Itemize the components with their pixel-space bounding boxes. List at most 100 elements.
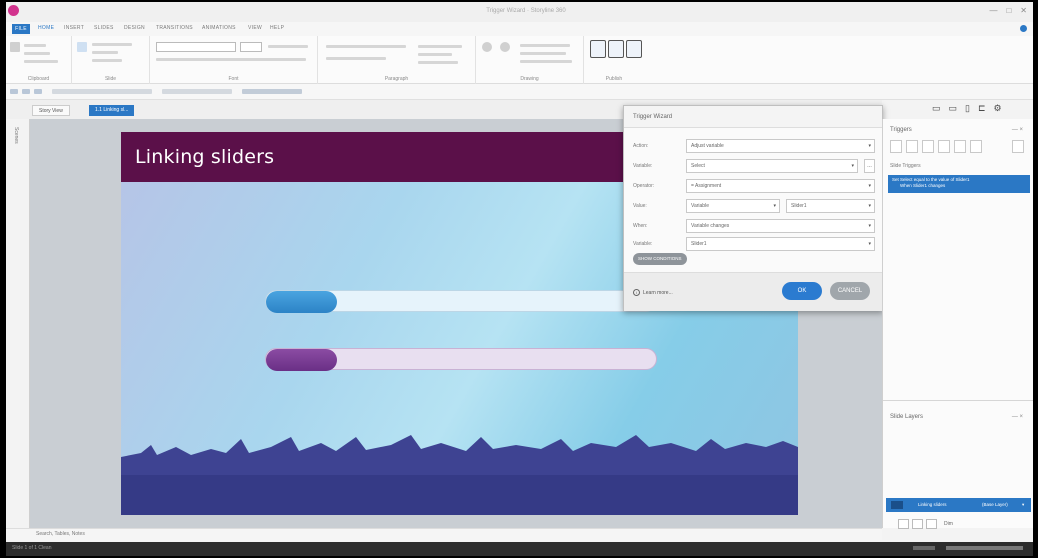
scenes-rail: Scenes (6, 119, 30, 528)
preview-icon[interactable] (608, 40, 624, 58)
new-layer-icon[interactable] (898, 519, 909, 529)
shape-icon[interactable] (482, 42, 492, 52)
operator-value: = Assignment (691, 183, 722, 189)
slider-1-thumb[interactable] (266, 291, 337, 313)
ribbon-group-label: Clipboard (27, 76, 50, 82)
ribbon-group-label: Drawing (520, 76, 539, 82)
settings-icon[interactable]: ⚙ (994, 103, 1002, 114)
right-panel: Triggers — × Slide Triggers Set Select e… (882, 119, 1033, 529)
tab-animations[interactable]: ANIMATIONS (202, 25, 236, 31)
slide-title[interactable]: Linking sliders (135, 146, 274, 168)
app-logo-icon (8, 5, 19, 16)
operator-row: Operator: = Assignment ▾ (633, 179, 875, 193)
app-window: Trigger Wizard · Storyline 360 — □ ✕ FIL… (6, 2, 1033, 556)
ribbon-group-drawing: Drawing (476, 36, 584, 84)
slider-1[interactable] (265, 290, 657, 313)
chevron-down-icon: ▾ (868, 241, 871, 247)
ribbon-group-paragraph: Paragraph (318, 36, 476, 84)
learn-more-link[interactable]: i Learn more... (633, 289, 673, 296)
layout-icon[interactable]: ▯ (965, 103, 970, 114)
trigger-variable-label: Variable: (633, 241, 653, 247)
delete-trigger-icon[interactable] (1012, 140, 1024, 153)
value-type: Variable (691, 203, 709, 209)
tab-slide-editor[interactable]: 1.1 Linking sl... (89, 105, 135, 116)
ribbon-group-label: Publish (605, 76, 623, 82)
zoom-slider[interactable] (913, 546, 1023, 550)
publish-icon[interactable] (626, 40, 642, 58)
slider-2[interactable] (265, 348, 657, 371)
trigger-variable-select[interactable]: Slider1 ▾ (686, 237, 875, 251)
paste-icon[interactable] (10, 42, 20, 52)
pin-icon[interactable]: — × (1012, 127, 1023, 133)
close-icon[interactable]: ✕ (1020, 6, 1027, 15)
tab-home[interactable]: HOME (38, 25, 54, 31)
undo-icon[interactable] (22, 89, 30, 94)
notes-bar: Search, Tables, Notes (6, 528, 882, 540)
font-size-select[interactable] (240, 42, 262, 52)
layers-toolbar: Dim (898, 519, 953, 529)
variable-row: Variable: Select ▾ … (633, 159, 875, 173)
manage-variables-button[interactable]: … (864, 159, 875, 173)
value-type-select[interactable]: Variable ▾ (686, 199, 780, 213)
tab-insert[interactable]: INSERT (64, 25, 84, 31)
new-slide-icon[interactable] (77, 42, 87, 52)
window-controls: — □ ✕ (989, 6, 1027, 15)
trigger-item[interactable]: Set Select equal to the value of Slider1… (888, 175, 1030, 193)
format-toolbar (52, 89, 152, 94)
tab-help[interactable]: HELP (270, 25, 284, 31)
cancel-button[interactable]: CANCEL (830, 282, 870, 300)
save-icon[interactable] (10, 89, 18, 94)
redo-icon[interactable] (34, 89, 42, 94)
ok-button[interactable]: OK (782, 282, 822, 300)
minimize-icon[interactable]: — (989, 6, 997, 15)
new-trigger-icon[interactable] (890, 140, 902, 153)
maximize-icon[interactable]: □ (1006, 6, 1011, 15)
duplicate-layer-icon[interactable] (912, 519, 923, 529)
tab-transitions[interactable]: TRANSITIONS (156, 25, 193, 31)
edit-trigger-icon[interactable] (906, 140, 918, 153)
ribbon-group-label: Paragraph (384, 76, 409, 82)
window-title: Trigger Wizard · Storyline 360 (486, 8, 566, 14)
base-layer-name: Linking sliders (918, 502, 947, 507)
quick-access-toolbar (6, 84, 1033, 100)
action-select[interactable]: Adjust variable ▾ (686, 139, 875, 153)
action-row: Action: Adjust variable ▾ (633, 139, 875, 153)
chevron-down-icon: ▾ (868, 203, 871, 209)
when-select[interactable]: Variable changes ▾ (686, 219, 875, 233)
pin-icon[interactable]: — × (1012, 414, 1023, 420)
operator-select[interactable]: = Assignment ▾ (686, 179, 875, 193)
move-down-icon[interactable] (970, 140, 982, 153)
chevron-down-icon: ▾ (868, 183, 871, 189)
layout-icon[interactable]: ▭ (949, 103, 958, 114)
tab-story-view[interactable]: Story View (32, 105, 70, 116)
tab-slides[interactable]: SLIDES (94, 25, 114, 31)
tab-view[interactable]: VIEW (248, 25, 262, 31)
trigger-variable-row: Variable: Slider1 ▾ (633, 237, 875, 251)
chevron-down-icon[interactable]: ▾ (1022, 498, 1024, 512)
value-variable-select[interactable]: Slider1 ▾ (786, 199, 875, 213)
value-label: Value: (633, 203, 647, 209)
copy-trigger-icon[interactable] (922, 140, 934, 153)
dim-label[interactable]: Dim (944, 519, 953, 529)
tab-file[interactable]: FILE (12, 24, 30, 34)
notes-tabs[interactable]: Search, Tables, Notes (36, 531, 85, 537)
paste-trigger-icon[interactable] (938, 140, 950, 153)
ribbon-group-label: Slide (104, 76, 117, 82)
scenes-label[interactable]: Scenes (13, 127, 19, 144)
show-conditions-button[interactable]: SHOW CONDITIONS (633, 253, 687, 265)
variable-select[interactable]: Select ▾ (686, 159, 858, 173)
tab-design[interactable]: DESIGN (124, 25, 145, 31)
slider-2-thumb[interactable] (266, 349, 337, 371)
ribbon-group-clipboard: Clipboard (6, 36, 72, 84)
base-layer-item[interactable]: Linking sliders (Base Layer) ▾ (886, 498, 1031, 512)
layout-icon[interactable]: ▭ (932, 103, 941, 114)
ribbon-group-publish: Publish (584, 36, 644, 84)
help-icon[interactable] (1020, 25, 1027, 32)
close-view-icon[interactable]: ⊏ (978, 103, 986, 114)
font-family-select[interactable] (156, 42, 236, 52)
arrange-icon[interactable] (500, 42, 510, 52)
delete-layer-icon[interactable] (926, 519, 937, 529)
dialog-title: Trigger Wizard (624, 106, 882, 128)
move-up-icon[interactable] (954, 140, 966, 153)
player-icon[interactable] (590, 40, 606, 58)
